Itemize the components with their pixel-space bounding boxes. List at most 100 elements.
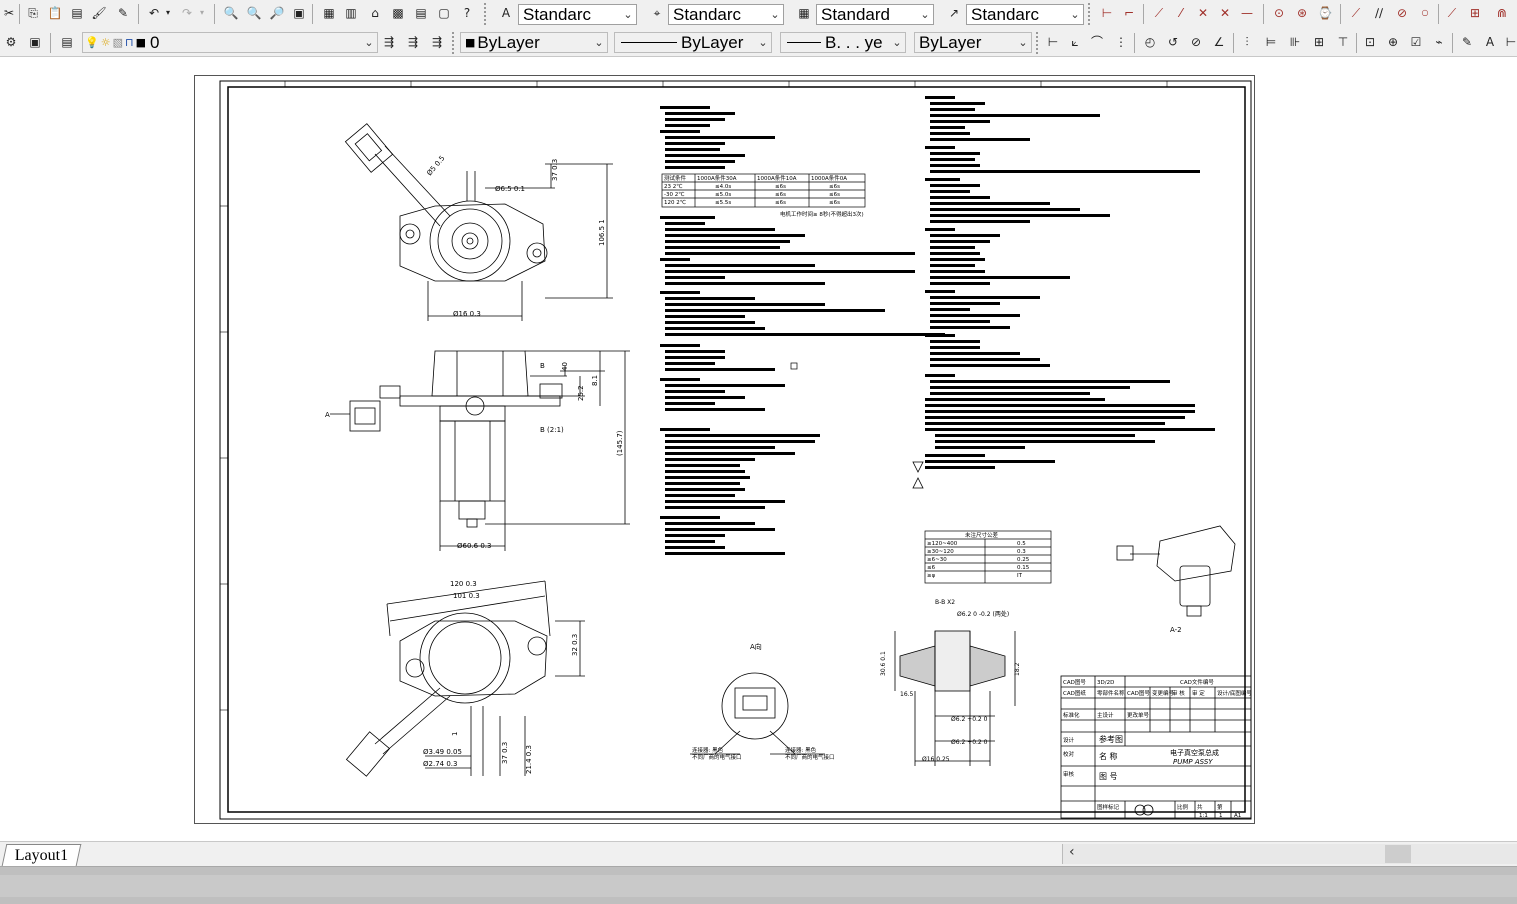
multileader-style-select[interactable]: Standarc ⌄ xyxy=(966,4,1084,25)
zoom-window-icon[interactable]: 🔎 xyxy=(268,4,286,22)
quick-dimension-icon[interactable]: ⫶ xyxy=(1238,33,1256,51)
paper-sheet: Ø16 0.3 Ø6.5 0.1 37 0.3 106.5 1 Ø5 0.5 Ø… xyxy=(194,75,1255,824)
table-style-icon[interactable]: ▦ xyxy=(795,4,813,22)
cut-icon[interactable]: ✂ xyxy=(0,4,18,22)
toolbar-grip[interactable] xyxy=(484,3,492,25)
text-style-select[interactable]: Standarc ⌄ xyxy=(518,4,637,25)
svg-text:≤6s: ≤6s xyxy=(775,200,786,206)
ordinate-dimension-icon[interactable]: ⋮ xyxy=(1112,33,1130,51)
make-block-icon[interactable]: ∕∕ xyxy=(1370,4,1388,22)
diameter-dimension-icon[interactable]: ⊘ xyxy=(1187,33,1205,51)
revcloud-icon[interactable]: ⊙ xyxy=(1270,4,1288,22)
aligned-dimension-icon[interactable]: ⟀ xyxy=(1066,33,1084,51)
polyline-icon[interactable]: ⟋ xyxy=(1150,4,1168,22)
continue-dimension-icon[interactable]: ⊪ xyxy=(1286,33,1304,51)
tool-palettes-icon[interactable]: ⌂ xyxy=(366,4,384,22)
layer-state-icon[interactable]: ⇶ xyxy=(428,33,446,51)
zoom-previous-icon[interactable]: ▣ xyxy=(290,4,308,22)
svg-text:设计: 设计 xyxy=(1063,736,1075,744)
help-icon[interactable]: ? xyxy=(458,4,476,22)
dimension-edit-icon[interactable]: ✎ xyxy=(1458,33,1476,51)
svg-text:零部件名称: 零部件名称 xyxy=(1097,689,1125,697)
rectangle-icon[interactable]: ✕ xyxy=(1194,4,1212,22)
layer-properties-icon[interactable]: ⚙ xyxy=(2,33,20,51)
line-icon[interactable]: ⊢ xyxy=(1098,4,1116,22)
separator xyxy=(138,4,139,24)
copy-icon[interactable]: ⎘ xyxy=(24,4,42,22)
inspection-icon[interactable]: ☑ xyxy=(1407,33,1425,51)
ellipse-icon[interactable]: ⌚ xyxy=(1316,4,1334,22)
dimension-break-icon[interactable]: ⊤ xyxy=(1334,33,1352,51)
jogged-dimension-icon[interactable]: ↺ xyxy=(1164,33,1182,51)
toolbar-grip[interactable] xyxy=(1036,32,1044,54)
zoom-realtime-icon[interactable]: 🔍 xyxy=(245,4,263,22)
color-select[interactable]: ■ ByLayer ⌄ xyxy=(460,32,608,53)
match-properties-icon[interactable]: 🖌 xyxy=(90,4,108,22)
table-style-select[interactable]: Standard ⌄ xyxy=(816,4,934,25)
design-center-icon[interactable]: ▥ xyxy=(342,4,360,22)
properties-icon[interactable]: ▦ xyxy=(320,4,338,22)
undo-dropdown-icon[interactable]: ▾ xyxy=(163,4,173,22)
redo-dropdown-icon[interactable]: ▾ xyxy=(197,4,207,22)
arc-icon[interactable]: ✕ xyxy=(1216,4,1234,22)
baseline-dimension-icon[interactable]: ⊨ xyxy=(1262,33,1280,51)
dim-style-select[interactable]: Standarc ⌄ xyxy=(668,4,784,25)
scrollbar-thumb[interactable] xyxy=(1385,845,1411,863)
lineweight-select[interactable]: B. . . ye ⌄ xyxy=(780,32,906,53)
radius-dimension-icon[interactable]: ◴ xyxy=(1141,33,1159,51)
dim-style-icon[interactable]: ⌖ xyxy=(648,4,666,22)
layer-states-icon[interactable]: ▣ xyxy=(26,33,44,51)
separator xyxy=(1233,33,1234,53)
scroll-left-icon[interactable]: ‹ xyxy=(1069,844,1075,860)
markup-icon[interactable]: ▤ xyxy=(412,4,430,22)
svg-text:1:1: 1:1 xyxy=(1199,813,1208,819)
make-current-layer-icon[interactable]: ⇶ xyxy=(380,33,398,51)
drawing-canvas[interactable]: Ø16 0.3 Ø6.5 0.1 37 0.3 106.5 1 Ø5 0.5 Ø… xyxy=(0,57,1517,841)
layer-previous2-icon[interactable]: ⇶ xyxy=(404,33,422,51)
block-editor-icon[interactable]: ✎ xyxy=(114,4,132,22)
point-icon[interactable]: ⊘ xyxy=(1393,4,1411,22)
svg-text:共: 共 xyxy=(1197,803,1203,811)
dimension-update-icon[interactable]: ⊢ xyxy=(1502,33,1517,51)
dimension-space-icon[interactable]: ⊞ xyxy=(1310,33,1328,51)
angular-dimension-icon[interactable]: ∠ xyxy=(1210,33,1228,51)
redo-icon[interactable]: ↷ xyxy=(178,4,196,22)
toolbar-grip[interactable] xyxy=(452,32,460,54)
polygon-icon[interactable]: ⁄ xyxy=(1172,4,1190,22)
hatch-icon[interactable]: ○ xyxy=(1416,4,1434,22)
plot-style-select[interactable]: ByLayer ⌄ xyxy=(914,32,1032,53)
svg-text:IT: IT xyxy=(1017,573,1023,579)
text-style-icon[interactable]: A xyxy=(497,4,515,22)
svg-text:≤6s: ≤6s xyxy=(775,192,786,198)
pan-realtime-icon[interactable]: 🔍 xyxy=(222,4,240,22)
spline-icon[interactable]: ⊛ xyxy=(1293,4,1311,22)
linetype-select[interactable]: ByLayer ⌄ xyxy=(614,32,772,53)
tab-layout1[interactable]: Layout1 xyxy=(1,844,82,866)
svg-text:图样标记: 图样标记 xyxy=(1097,803,1120,811)
undo-icon[interactable]: ↶ xyxy=(145,4,163,22)
center-mark-icon[interactable]: ⊕ xyxy=(1384,33,1402,51)
multileader-style-icon[interactable]: ↗ xyxy=(945,4,963,22)
layer-previous-icon[interactable]: ▤ xyxy=(58,33,76,51)
gradient-icon[interactable]: ⟋ xyxy=(1443,4,1461,22)
sheet-set-icon[interactable]: ▩ xyxy=(389,4,407,22)
region-icon[interactable]: ⊞ xyxy=(1466,4,1484,22)
toolbar-grip[interactable] xyxy=(1088,3,1096,25)
circle-icon[interactable]: — xyxy=(1238,4,1256,22)
dimension-text-edit-icon[interactable]: A xyxy=(1481,33,1499,51)
insert-block-icon[interactable]: ⟋ xyxy=(1347,4,1365,22)
paste-icon[interactable]: 📋 xyxy=(46,4,64,22)
horizontal-scrollbar[interactable]: ‹ xyxy=(1062,844,1517,864)
construction-line-icon[interactable]: ⌐ xyxy=(1120,4,1138,22)
calculator-icon[interactable]: ▢ xyxy=(435,4,453,22)
title-block xyxy=(1060,675,1252,819)
layer-select[interactable]: 💡 ☼ ▧ ⊓ ■ 0 ⌄ xyxy=(82,32,378,53)
tolerance-icon[interactable]: ⊡ xyxy=(1361,33,1379,51)
table-icon[interactable]: ⋒ xyxy=(1493,4,1511,22)
paste-block-icon[interactable]: ▤ xyxy=(68,4,86,22)
linear-dimension-icon[interactable]: ⊢ xyxy=(1044,33,1062,51)
jogged-linear-icon[interactable]: ⌁ xyxy=(1430,33,1448,51)
svg-text:23 2℃: 23 2℃ xyxy=(664,183,682,190)
arc-length-icon[interactable]: ⌒ xyxy=(1088,33,1106,51)
top-view xyxy=(344,123,613,321)
